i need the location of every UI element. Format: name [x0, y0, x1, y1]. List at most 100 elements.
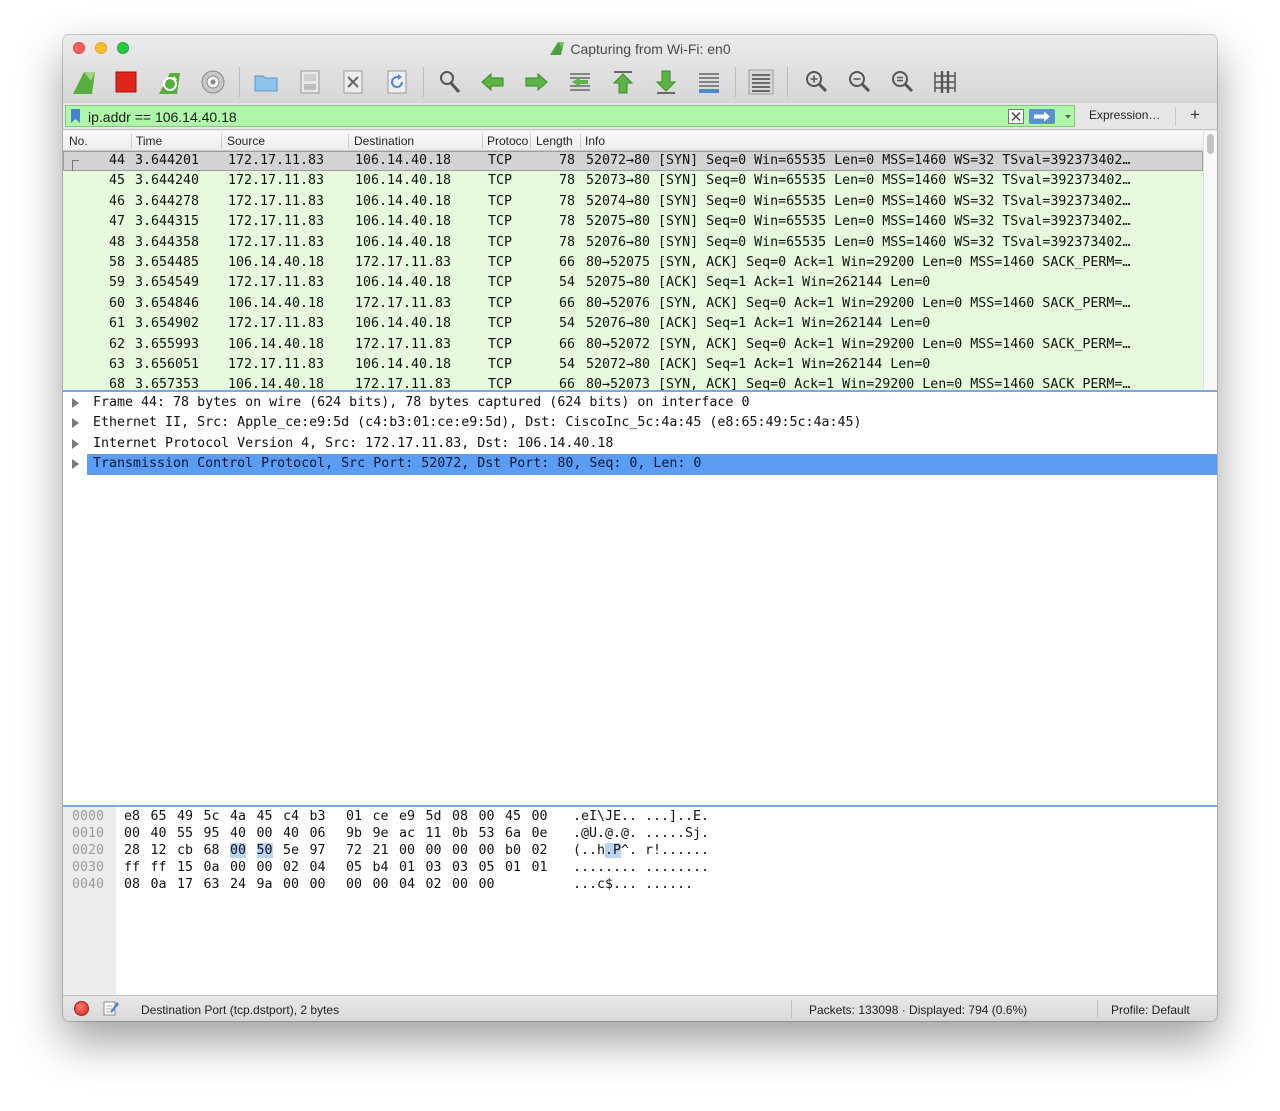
hex-byte[interactable]: 00 — [230, 860, 246, 875]
tree-item-tcp[interactable]: Transmission Control Protocol, Src Port:… — [63, 454, 1217, 475]
column-header-destination[interactable]: Destination — [354, 134, 480, 148]
ascii-char[interactable]: . — [573, 826, 581, 841]
resize-columns-button[interactable] — [927, 65, 963, 99]
packet-row[interactable]: 62 3.655993 106.14.40.18 172.17.11.83 TC… — [63, 334, 1203, 355]
hex-byte[interactable]: e9 — [399, 809, 415, 824]
last-packet-button[interactable] — [648, 65, 684, 99]
bookmark-icon[interactable] — [71, 109, 80, 123]
zoom-normal-button[interactable] — [884, 65, 920, 99]
ascii-char[interactable]: . — [661, 877, 669, 892]
bytes-row[interactable]: 0020 28 12 cb 68 00 50 5e 97 72 21 00 00 00 00 b0 02 (..h… — [63, 842, 1217, 859]
ascii-char[interactable]: ^ — [621, 843, 629, 858]
ascii-char[interactable]: ] — [669, 809, 677, 824]
hex-byte[interactable]: 45 — [257, 809, 273, 824]
ascii-char[interactable]: E — [613, 809, 621, 824]
column-divider[interactable] — [580, 133, 581, 149]
ascii-char[interactable]: . — [669, 843, 677, 858]
hex-byte[interactable]: 0b — [452, 826, 468, 841]
hex-byte[interactable]: b3 — [310, 809, 326, 824]
ascii-char[interactable]: . — [573, 860, 581, 875]
expand-arrow-icon[interactable] — [72, 438, 79, 449]
hex-byte[interactable]: 53 — [479, 826, 495, 841]
auto-scroll-button[interactable] — [691, 65, 727, 99]
colorize-button[interactable] — [743, 65, 779, 99]
go-forward-button[interactable] — [518, 65, 554, 99]
column-divider[interactable] — [221, 133, 222, 149]
ascii-char[interactable]: . — [701, 843, 709, 858]
ascii-char[interactable]: . — [597, 826, 605, 841]
hex-byte[interactable]: 00 — [479, 843, 495, 858]
hex-byte[interactable]: 0e — [532, 826, 548, 841]
ascii-char[interactable]: . — [581, 860, 589, 875]
first-packet-button[interactable] — [605, 65, 641, 99]
hex-byte[interactable]: 01 — [346, 809, 362, 824]
ascii-char[interactable]: . — [645, 877, 653, 892]
go-to-packet-button[interactable] — [562, 65, 598, 99]
packet-row[interactable]: 47 3.644315 172.17.11.83 106.14.40.18 TC… — [63, 212, 1203, 233]
hex-byte[interactable]: 11 — [426, 826, 442, 841]
ascii-char[interactable]: . — [629, 860, 637, 875]
hex-byte[interactable]: 5c — [204, 809, 220, 824]
column-divider[interactable] — [348, 133, 349, 149]
ascii-char[interactable]: . — [701, 826, 709, 841]
ascii-char[interactable]: S — [685, 826, 693, 841]
ascii-char[interactable]: . — [677, 860, 685, 875]
hex-byte[interactable]: 24 — [230, 877, 246, 892]
column-header-source[interactable]: Source — [227, 134, 345, 148]
tree-item-ipv4[interactable]: Internet Protocol Version 4, Src: 172.17… — [63, 434, 1217, 454]
hex-byte[interactable]: 02 — [283, 860, 299, 875]
capture-options-button[interactable] — [195, 65, 231, 99]
ascii-char[interactable]: . — [581, 877, 589, 892]
ascii-char[interactable]: . — [621, 860, 629, 875]
hex-byte[interactable]: 97 — [310, 843, 326, 858]
clear-filter-icon[interactable] — [1008, 109, 1024, 124]
packet-row[interactable]: 58 3.654485 106.14.40.18 172.17.11.83 TC… — [63, 252, 1203, 274]
hex-byte[interactable]: 00 — [452, 877, 468, 892]
ascii-char[interactable]: . — [589, 877, 597, 892]
packet-row[interactable]: 60 3.654846 106.14.40.18 172.17.11.83 TC… — [63, 293, 1203, 315]
ascii-char[interactable]: . — [629, 826, 637, 841]
column-divider[interactable] — [530, 133, 531, 149]
ascii-char[interactable]: . — [685, 860, 693, 875]
hex-byte[interactable]: 00 — [426, 843, 442, 858]
ascii-char[interactable] — [637, 809, 645, 824]
hex-byte[interactable]: 00 — [257, 826, 273, 841]
ascii-char[interactable]: . — [669, 860, 677, 875]
hex-byte[interactable]: 9a — [257, 877, 273, 892]
ascii-char[interactable]: E — [693, 809, 701, 824]
ascii-char[interactable]: . — [693, 860, 701, 875]
hex-byte[interactable]: 00 — [283, 877, 299, 892]
stop-capture-button[interactable] — [108, 65, 144, 99]
hex-byte[interactable]: 21 — [373, 843, 389, 858]
expression-button[interactable]: Expression… — [1089, 108, 1160, 122]
ascii-char[interactable]: . — [669, 877, 677, 892]
expert-info-icon[interactable] — [74, 1001, 89, 1016]
ascii-char[interactable]: . — [613, 877, 621, 892]
packet-row[interactable]: 46 3.644278 172.17.11.83 106.14.40.18 TC… — [63, 191, 1203, 213]
packet-row[interactable]: 48 3.644358 172.17.11.83 106.14.40.18 TC… — [63, 232, 1203, 253]
ascii-char[interactable]: . — [685, 843, 693, 858]
ascii-char[interactable] — [637, 860, 645, 875]
column-header-info[interactable]: Info — [585, 134, 1185, 148]
hex-byte[interactable]: 02 — [532, 843, 548, 858]
save-file-button[interactable] — [292, 65, 328, 99]
ascii-char[interactable]: \ — [597, 809, 605, 824]
ascii-char[interactable]: . — [589, 860, 597, 875]
hex-byte[interactable]: 6a — [505, 826, 521, 841]
ascii-char[interactable]: . — [613, 826, 621, 841]
ascii-char[interactable]: . — [669, 826, 677, 841]
hex-byte[interactable]: 5d — [426, 809, 442, 824]
ascii-char[interactable]: c — [597, 877, 605, 892]
scrollbar-thumb[interactable] — [1207, 134, 1214, 154]
ascii-char[interactable]: . — [653, 809, 661, 824]
ascii-char[interactable]: I — [589, 809, 597, 824]
hex-byte[interactable]: 02 — [426, 877, 442, 892]
ascii-char[interactable]: . — [677, 809, 685, 824]
ascii-char[interactable]: . — [661, 843, 669, 858]
expand-arrow-icon[interactable] — [72, 418, 79, 429]
packet-row[interactable]: 61 3.654902 172.17.11.83 106.14.40.18 TC… — [63, 314, 1203, 335]
packet-list-scrollbar[interactable] — [1203, 131, 1217, 390]
ascii-char[interactable]: . — [629, 843, 637, 858]
hex-byte[interactable]: b0 — [505, 843, 521, 858]
hex-byte[interactable]: 40 — [230, 826, 246, 841]
